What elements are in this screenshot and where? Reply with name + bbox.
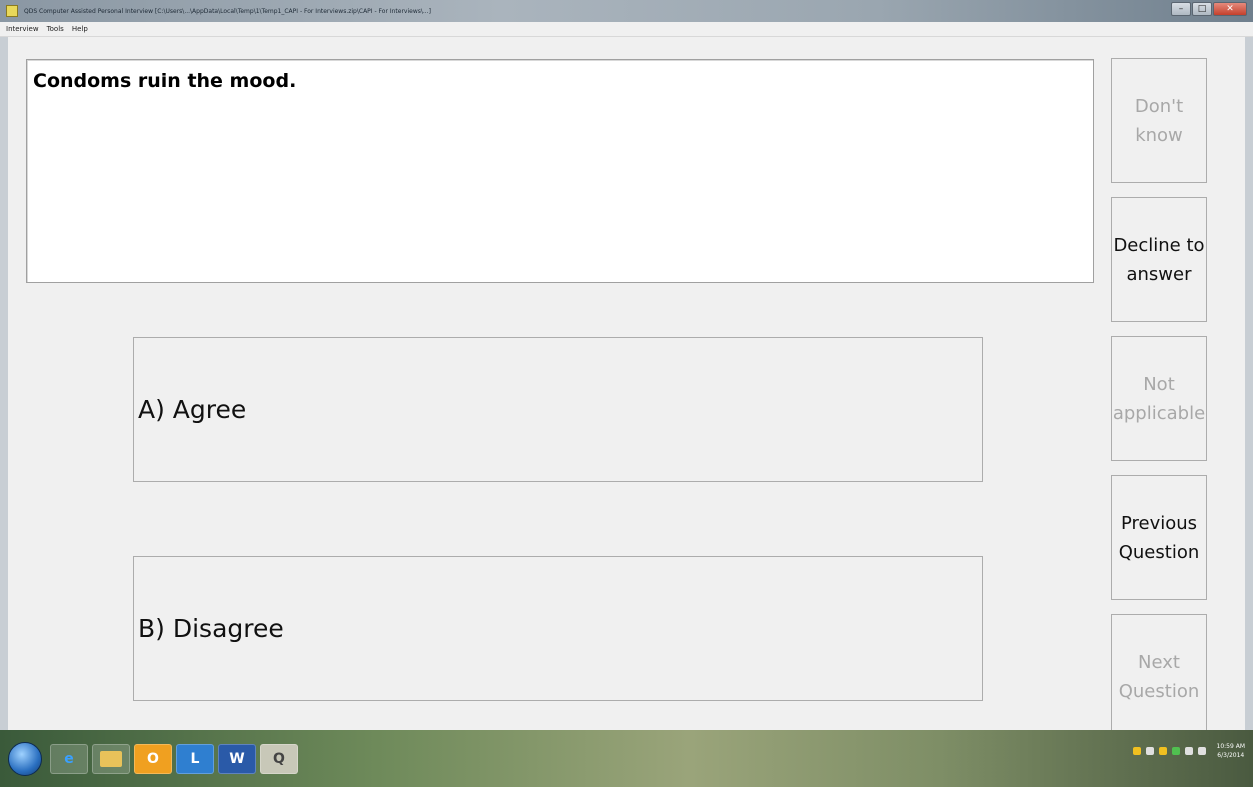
internet-explorer-icon[interactable]: e bbox=[50, 743, 88, 774]
not-applicable-button[interactable]: Not applicable bbox=[1111, 336, 1207, 461]
interview-panel: Condoms ruin the mood. A) Agree B) Disag… bbox=[8, 37, 1245, 739]
tray-icon[interactable] bbox=[1132, 747, 1141, 755]
button-label-line: Previous bbox=[1120, 512, 1198, 534]
word-icon[interactable]: W bbox=[218, 743, 256, 774]
menu-bar: Interview Tools Help bbox=[0, 22, 1253, 37]
answer-disagree-button[interactable]: B) Disagree bbox=[133, 556, 983, 701]
answer-label: A) Agree bbox=[138, 395, 247, 424]
taskbar: e O L W Q 10:59 AM 6/3/2014 bbox=[0, 730, 1253, 787]
menu-item-help[interactable]: Help bbox=[72, 25, 88, 33]
answer-label: B) Disagree bbox=[138, 614, 284, 643]
clock-date: 6/3/2014 bbox=[1217, 752, 1245, 759]
question-text: Condoms ruin the mood. bbox=[33, 70, 297, 92]
button-label-line: Question bbox=[1118, 541, 1200, 563]
button-label-line: Next bbox=[1138, 651, 1180, 673]
button-label-line: Don't bbox=[1134, 95, 1184, 117]
folder-icon bbox=[100, 750, 122, 767]
button-label-line: applicable bbox=[1112, 402, 1206, 424]
button-label-line: Question bbox=[1118, 680, 1200, 702]
clock[interactable]: 10:59 AM 6/3/2014 bbox=[1217, 742, 1245, 760]
app-icon bbox=[6, 5, 18, 17]
tray-icon[interactable] bbox=[1158, 747, 1167, 755]
start-button-icon[interactable] bbox=[8, 741, 42, 776]
button-label-line: answer bbox=[1126, 263, 1192, 285]
interview-app-icon[interactable]: Q bbox=[260, 743, 298, 774]
tray-icon[interactable] bbox=[1171, 747, 1180, 755]
clock-time: 10:59 AM bbox=[1216, 743, 1245, 750]
volume-icon[interactable] bbox=[1197, 747, 1206, 755]
lync-icon[interactable]: L bbox=[176, 743, 214, 774]
menu-item-interview[interactable]: Interview bbox=[6, 25, 39, 33]
button-label-line: Decline to bbox=[1113, 234, 1205, 256]
file-explorer-icon[interactable] bbox=[92, 743, 130, 774]
dont-know-button[interactable]: Don't know bbox=[1111, 58, 1207, 183]
menu-item-tools[interactable]: Tools bbox=[47, 25, 64, 33]
next-question-button[interactable]: Next Question bbox=[1111, 614, 1207, 739]
window-title: QDS Computer Assisted Personal Interview… bbox=[24, 7, 431, 15]
maximize-button[interactable]: □ bbox=[1192, 2, 1212, 16]
decline-to-answer-button[interactable]: Decline to answer bbox=[1111, 197, 1207, 322]
button-label-line: know bbox=[1135, 124, 1183, 146]
minimize-button[interactable]: – bbox=[1171, 2, 1191, 16]
system-tray: 10:59 AM 6/3/2014 bbox=[1132, 742, 1245, 760]
window-controls: – □ ✕ bbox=[1171, 2, 1247, 16]
tray-icon[interactable] bbox=[1145, 747, 1154, 755]
previous-question-button[interactable]: Previous Question bbox=[1111, 475, 1207, 600]
window-title-bar[interactable]: QDS Computer Assisted Personal Interview… bbox=[0, 0, 1253, 22]
answer-agree-button[interactable]: A) Agree bbox=[133, 337, 983, 482]
question-box: Condoms ruin the mood. bbox=[26, 59, 1094, 283]
network-icon[interactable] bbox=[1184, 747, 1193, 755]
button-label-line: Not bbox=[1143, 373, 1175, 395]
close-button[interactable]: ✕ bbox=[1213, 2, 1247, 16]
outlook-icon[interactable]: O bbox=[134, 743, 172, 774]
